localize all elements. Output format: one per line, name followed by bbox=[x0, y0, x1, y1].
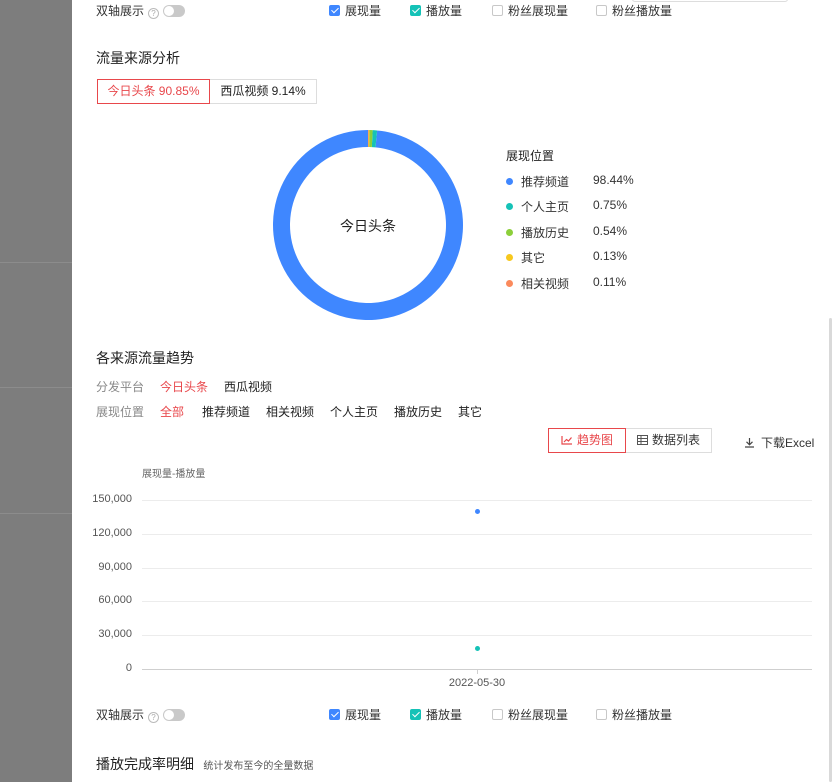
x-tick bbox=[477, 669, 478, 674]
data-point-series-0[interactable] bbox=[474, 508, 480, 514]
x-tick-label: 2022-05-30 bbox=[448, 677, 506, 689]
gridline bbox=[142, 567, 812, 569]
y-tick-label: 120,000 bbox=[92, 526, 132, 539]
help-icon[interactable]: ? bbox=[148, 712, 160, 723]
y-tick-label: 150,000 bbox=[92, 493, 132, 505]
y-tick-label: 90,000 bbox=[98, 560, 132, 573]
dual-axis-label: 双轴展示 bbox=[96, 708, 145, 722]
gridline bbox=[142, 601, 812, 603]
checkbox-icon[interactable] bbox=[329, 709, 340, 720]
check-label: 播放量 bbox=[426, 708, 463, 722]
drawer-panel: 双轴展示? 展现量 播放量 粉丝展现量 粉丝播放量 流量来源分析 今日头条 90… bbox=[72, 0, 832, 782]
completion-title: 播放完成率明细 bbox=[96, 756, 194, 772]
check-fan-plays[interactable]: 粉丝播放量 bbox=[596, 706, 672, 723]
check-label: 展现量 bbox=[345, 708, 382, 722]
trend-view-button[interactable]: 趋势图 bbox=[548, 428, 626, 453]
bottom-dual-axis: 双轴展示? bbox=[96, 706, 186, 723]
dual-axis-toggle[interactable] bbox=[163, 709, 186, 721]
backdrop-divider bbox=[0, 262, 72, 263]
y-tick-label: 0 bbox=[125, 662, 132, 674]
check-plays[interactable]: 播放量 bbox=[410, 706, 462, 723]
check-fan-impressions[interactable]: 粉丝展现量 bbox=[492, 706, 568, 723]
trend-view-label: 趋势图 bbox=[576, 433, 613, 447]
y-tick-label: 30,000 bbox=[98, 628, 132, 641]
checkbox-icon[interactable] bbox=[410, 709, 421, 720]
checkbox-icon[interactable] bbox=[596, 709, 607, 720]
completion-header: 播放完成率明细 统计发布至今的全量数据 bbox=[96, 754, 313, 774]
gridline bbox=[142, 500, 812, 501]
check-label: 粉丝展现量 bbox=[508, 708, 569, 722]
data-point-series-1[interactable] bbox=[474, 646, 480, 652]
checkbox-icon[interactable] bbox=[492, 709, 503, 720]
gridline bbox=[142, 533, 812, 535]
line-chart-icon bbox=[561, 436, 572, 445]
check-label: 粉丝播放量 bbox=[612, 708, 673, 722]
completion-subtitle: 统计发布至今的全量数据 bbox=[203, 761, 314, 772]
y-tick-label: 60,000 bbox=[98, 594, 132, 607]
tab-toutiao[interactable]: 今日头条 90.85% bbox=[97, 79, 210, 104]
backdrop-divider bbox=[0, 387, 72, 388]
gridline bbox=[142, 635, 812, 637]
backdrop-divider bbox=[0, 513, 72, 514]
trend-chart: 150,000 120,000 90,000 60,000 30,000 0 2022-05… bbox=[72, 0, 832, 700]
check-impressions[interactable]: 展现量 bbox=[329, 706, 381, 723]
backdrop-left bbox=[0, 0, 72, 782]
